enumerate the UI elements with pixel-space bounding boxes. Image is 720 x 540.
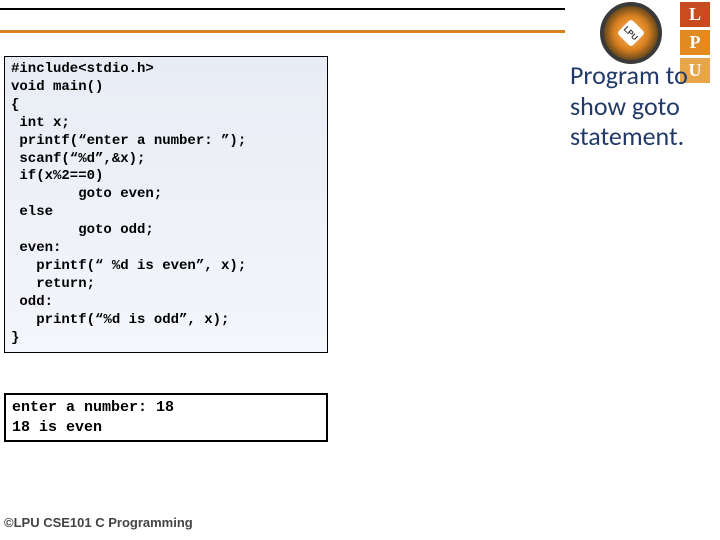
- side-block-l: L: [680, 2, 710, 27]
- logo-seal: LPU: [600, 2, 662, 64]
- top-rule-thin: [0, 8, 565, 10]
- code-text: #include<stdio.h> void main() { int x; p…: [11, 61, 321, 348]
- output-box: enter a number: 18 18 is even: [4, 393, 328, 442]
- footer-text: ©LPU CSE101 C Programming: [4, 515, 193, 530]
- side-block-p: P: [680, 30, 710, 55]
- description-text: Program to show goto statement.: [570, 60, 710, 152]
- top-rule-orange: [0, 30, 565, 33]
- logo-monogram: LPU: [617, 19, 645, 47]
- code-box: #include<stdio.h> void main() { int x; p…: [4, 56, 328, 353]
- output-text: enter a number: 18 18 is even: [12, 398, 320, 437]
